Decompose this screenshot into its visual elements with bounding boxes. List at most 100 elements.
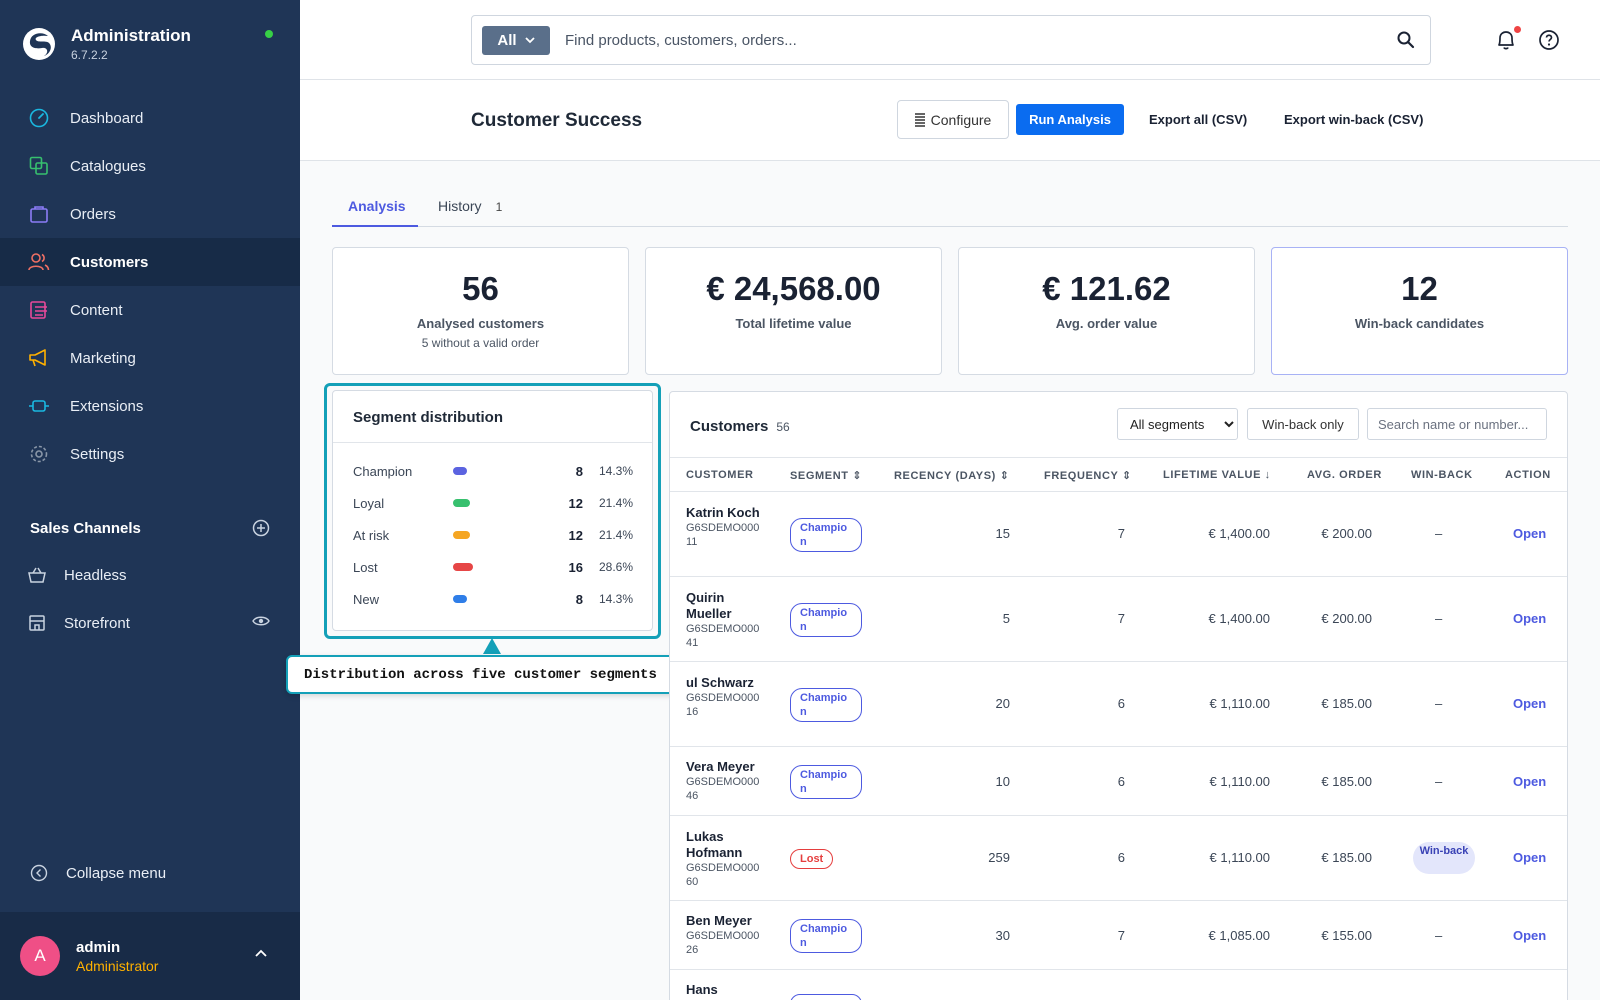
segment-filter-select[interactable]: All segments [1117,408,1238,440]
kpi-label: Total lifetime value [735,316,852,331]
segment-badge: Champion [790,603,862,637]
status-dot [265,30,273,38]
sales-channel-storefront[interactable]: Storefront [0,599,300,647]
open-link[interactable]: Open [1513,696,1546,711]
ltv-value: € 1,400.00 [1208,611,1270,626]
kpi-total-lifetime-value: € 24,568.00 Total lifetime value [645,247,942,375]
configure-button[interactable]: Configure [897,100,1009,139]
avg-order-value: € 185.00 [1321,696,1372,711]
user-role: Administrator [76,957,159,974]
customer-name: ul Schwarz [686,675,754,690]
table-row: Hans [670,970,1567,1000]
segment-row-new: New 8 14.3% [353,589,633,609]
frequency-value: 6 [1117,850,1125,865]
catalogue-icon [28,155,50,177]
avg-order-value: € 200.00 [1321,526,1372,541]
segment-row-loyal: Loyal 12 21.4% [353,493,633,513]
frequency-value: 7 [1117,928,1125,943]
kpi-label: Analysed customers [416,316,545,331]
plug-icon [28,395,50,417]
search-icon[interactable] [1396,30,1416,50]
recency-value: 30 [995,928,1010,943]
nav-label: Settings [70,445,125,463]
segment-badge: Champion [790,518,862,552]
nav-item-marketing[interactable]: Marketing [0,334,300,382]
open-link[interactable]: Open [1513,774,1546,789]
nav-item-catalogues[interactable]: Catalogues [0,142,300,190]
winback-value: – [1435,928,1443,943]
recency-value: 259 [988,850,1010,865]
table-row: ul Schwarz G6SDEMO00016 Champion 20 6 € 1… [670,662,1567,747]
bag-icon [28,203,50,225]
help-icon[interactable] [1538,29,1560,51]
sales-channel-headless[interactable]: Headless [0,551,300,599]
nav-label: Customers [70,253,149,271]
winback-only-toggle[interactable]: Win-back only [1247,408,1359,440]
export-winback-button[interactable]: Export win-back (CSV) [1284,104,1423,135]
segment-row-at-risk: At risk 12 21.4% [353,525,633,545]
winback-value: – [1435,696,1443,711]
open-link[interactable]: Open [1513,928,1546,943]
bell-icon[interactable] [1495,29,1517,51]
tab-analysis[interactable]: Analysis [332,198,418,227]
export-all-button[interactable]: Export all (CSV) [1149,104,1247,135]
segment-bar [453,499,470,507]
col-lifetime-value[interactable]: LIFETIME VALUE ↓ [1163,469,1271,481]
segment-name: Champion [353,463,413,479]
nav-item-customers[interactable]: Customers [0,238,300,286]
nav-item-settings[interactable]: Settings [0,430,300,478]
kpi-avg-order-value: € 121.62 Avg. order value [958,247,1255,375]
segment-badge: Champion [790,688,862,722]
configure-label: Configure [930,111,992,128]
users-icon [28,251,50,273]
customers-count: 56 [776,420,790,434]
search-type-select[interactable]: All [482,25,550,55]
col-recency[interactable]: RECENCY (DAYS) ⇕ [894,469,1009,482]
nav-label: Catalogues [70,157,146,175]
avg-order-value: € 200.00 [1321,611,1372,626]
winback-value: – [1435,611,1443,626]
col-segment[interactable]: SEGMENT ⇕ [790,469,862,482]
customer-number: G6SDEMO00016 [686,692,760,718]
kpi-value: 56 [462,270,499,307]
basket-icon [28,567,46,583]
recency-value: 15 [995,526,1010,541]
nav-label: Dashboard [70,109,144,127]
megaphone-icon [28,347,50,369]
global-search-input[interactable] [565,31,1365,49]
open-link[interactable]: Open [1513,850,1546,865]
segment-name: At risk [353,527,390,543]
sales-channels-header: Sales Channels [30,519,270,537]
kpi-value: € 24,568.00 [706,270,881,307]
col-frequency[interactable]: FREQUENCY ⇕ [1044,469,1132,482]
kpi-winback-candidates: 12 Win-back candidates [1271,247,1568,375]
nav-item-content[interactable]: Content [0,286,300,334]
kpi-label: Avg. order value [1055,316,1158,331]
avg-order-value: € 185.00 [1321,774,1372,789]
customer-search-input[interactable] [1367,408,1547,440]
list-icon [914,112,925,127]
table-row: Quirin Mueller G6SDEMO00041 Champion 5 7 … [670,577,1567,662]
segment-pct: 21.4% [598,496,633,510]
nav-item-orders[interactable]: Orders [0,190,300,238]
chevron-up-icon[interactable] [254,948,268,958]
user-menu[interactable]: A admin Administrator [0,912,300,1000]
segment-tooltip: Distribution across five customer segmen… [286,655,698,694]
nav-item-extensions[interactable]: Extensions [0,382,300,430]
add-sales-channel-icon[interactable] [252,519,270,537]
frequency-value: 7 [1117,611,1125,626]
nav-item-dashboard[interactable]: Dashboard [0,94,300,142]
col-winback: WIN-BACK [1411,469,1473,481]
sales-channels-title: Sales Channels [30,519,141,537]
dashboard-icon [28,107,50,129]
run-analysis-button[interactable]: Run Analysis [1016,104,1124,135]
chevron-down-icon [524,36,535,43]
segment-distribution-card: Segment distribution Champion 8 14.3% Lo… [332,390,653,631]
tab-history[interactable]: History 1 [438,198,502,227]
eye-icon[interactable] [252,614,270,628]
sales-channel-list: Headless Storefront [0,551,300,647]
collapse-menu-button[interactable]: Collapse menu [30,864,166,882]
open-link[interactable]: Open [1513,526,1546,541]
open-link[interactable]: Open [1513,611,1546,626]
search-type-label: All [497,31,517,49]
